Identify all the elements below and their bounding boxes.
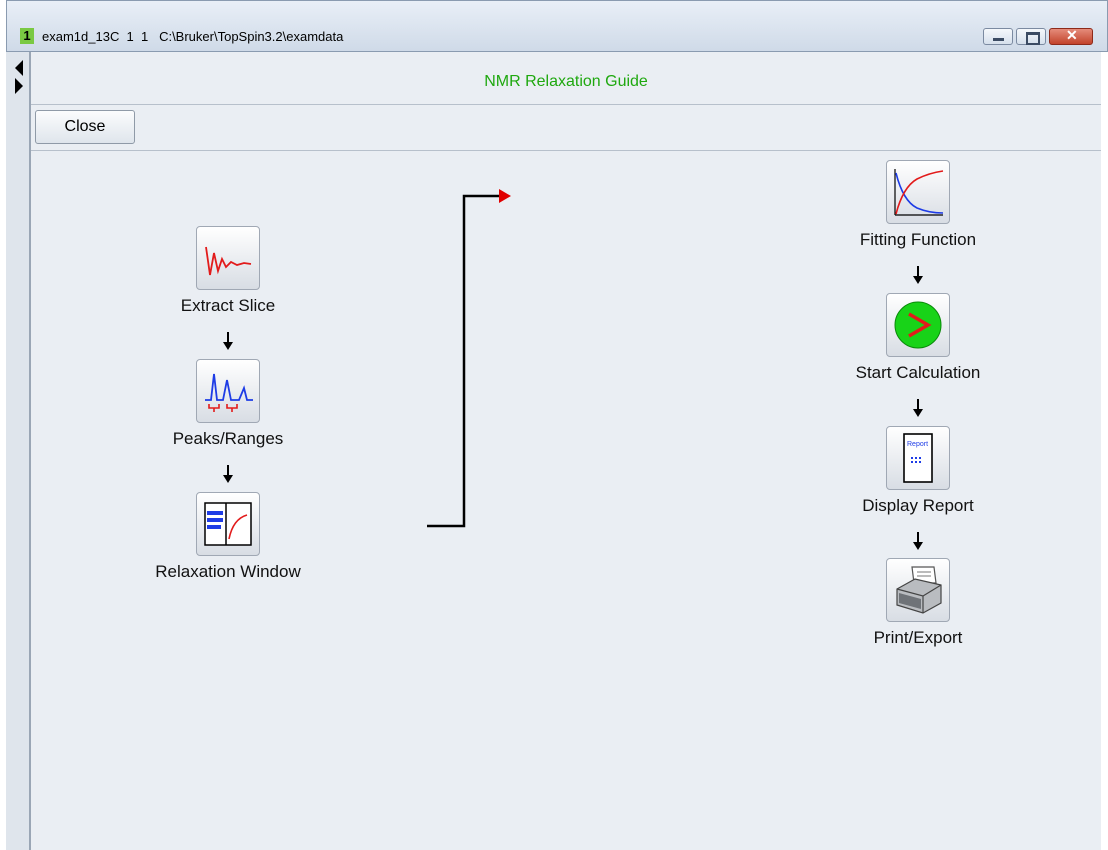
flow-connector — [427, 189, 511, 528]
step-start-calculation: Start Calculation — [818, 293, 1018, 383]
flow-arrow-down-icon — [913, 266, 923, 284]
step-fitting-function: Fitting Function — [818, 160, 1018, 250]
printer-icon — [896, 566, 942, 614]
peaks-ranges-label: Peaks/Ranges — [172, 429, 284, 448]
print-export-label: Print/Export — [873, 628, 963, 647]
fitting-function-label: Fitting Function — [859, 230, 977, 249]
step-relaxation-window: Relaxation Window — [128, 492, 328, 582]
collapse-left-icon[interactable] — [15, 60, 23, 76]
start-calculation-button[interactable] — [886, 293, 950, 357]
side-panel-strip[interactable] — [6, 52, 30, 850]
start-play-icon — [894, 301, 942, 349]
window-title: exam1d_13C 1 1 C:\Bruker\TopSpin3.2\exam… — [42, 29, 344, 44]
relaxation-guide-panel: NMR Relaxation Guide Close Extract Slice… — [30, 52, 1101, 850]
display-report-button[interactable]: Report — [886, 426, 950, 490]
title-divider — [31, 104, 1101, 105]
relaxation-window-button[interactable] — [196, 492, 260, 556]
step-display-report: Report Display Report — [818, 426, 1018, 516]
close-button[interactable]: Close — [35, 110, 135, 144]
step-print-export: Print/Export — [818, 558, 1018, 648]
fid-decay-icon — [205, 246, 252, 276]
extract-slice-label: Extract Slice — [180, 296, 276, 315]
toolbar-divider — [31, 150, 1101, 151]
flow-arrow-down-icon — [913, 532, 923, 550]
guide-title: NMR Relaxation Guide — [484, 73, 648, 90]
window-titlebar — [6, 0, 1108, 52]
close-icon: ✕ — [1066, 27, 1078, 43]
fitting-function-button[interactable] — [886, 160, 950, 224]
flow-arrow-down-icon — [223, 332, 233, 350]
peaks-ranges-icon — [205, 373, 253, 412]
maximize-button[interactable] — [1016, 28, 1046, 45]
extract-slice-button[interactable] — [196, 226, 260, 290]
fitting-curves-icon — [894, 169, 944, 216]
minimize-button[interactable] — [983, 28, 1013, 45]
display-report-label: Display Report — [862, 496, 974, 515]
report-document-icon: Report — [903, 433, 933, 483]
report-icon-text: Report — [907, 441, 928, 448]
step-extract-slice: Extract Slice — [128, 226, 328, 316]
relaxation-window-label: Relaxation Window — [155, 562, 301, 581]
start-calculation-label: Start Calculation — [855, 363, 981, 382]
print-export-button[interactable] — [886, 558, 950, 622]
maximize-icon — [1026, 32, 1040, 45]
window-close-button[interactable]: ✕ — [1049, 27, 1093, 45]
expand-right-icon[interactable] — [15, 78, 23, 94]
relaxation-window-icon — [204, 502, 252, 546]
flow-arrow-down-icon — [223, 465, 233, 483]
minimize-icon — [993, 38, 1004, 41]
peaks-ranges-button[interactable] — [196, 359, 260, 423]
flow-arrow-down-icon — [913, 399, 923, 417]
window-number-badge: 1 — [20, 28, 34, 44]
step-peaks-ranges: Peaks/Ranges — [128, 359, 328, 449]
